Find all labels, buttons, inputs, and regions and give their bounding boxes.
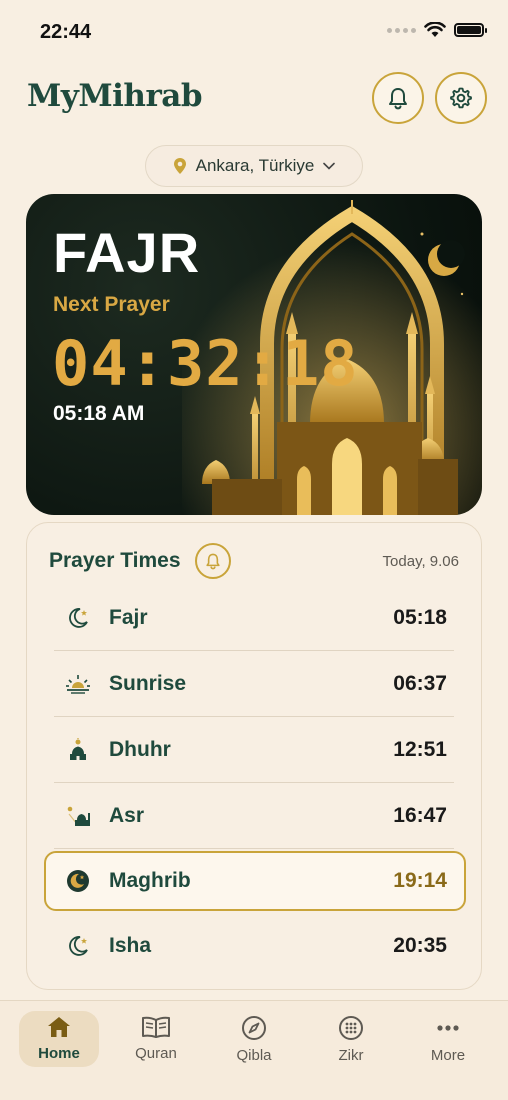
- compass-icon: [242, 1016, 266, 1040]
- battery-icon: [454, 23, 487, 37]
- next-prayer-time: 05:18 AM: [53, 402, 145, 425]
- settings-button[interactable]: [435, 72, 487, 124]
- app-title: MyMihrab: [27, 78, 203, 114]
- signal-dots-icon: [387, 27, 416, 33]
- prayer-row-fajr[interactable]: Fajr 05:18: [54, 585, 454, 651]
- prayer-beads-icon: [339, 1016, 363, 1040]
- prayer-row-dhuhr[interactable]: Dhuhr 12:51: [54, 717, 454, 783]
- more-dots-icon: [437, 1025, 459, 1031]
- location-selector[interactable]: Ankara, Türkiye: [145, 145, 363, 187]
- prayer-row-isha[interactable]: Isha 20:35: [54, 913, 454, 979]
- prayer-time: 19:14: [393, 869, 447, 892]
- prayer-row-sunrise[interactable]: Sunrise 06:37: [54, 651, 454, 717]
- map-pin-icon: [173, 158, 186, 174]
- bottom-tab-bar: Home Quran Qibla Zikr More: [0, 1000, 508, 1100]
- countdown-timer: 04:32:18: [52, 327, 359, 400]
- prayer-name: Maghrib: [109, 869, 191, 892]
- home-icon: [48, 1017, 70, 1037]
- prayer-time: 20:35: [393, 934, 447, 957]
- tab-zikr[interactable]: Zikr: [311, 1011, 391, 1067]
- mosque-sun-icon: [64, 737, 92, 762]
- tab-quran[interactable]: Quran: [116, 1011, 196, 1067]
- prayer-name: Sunrise: [109, 671, 187, 695]
- mosque-afternoon-icon: [64, 804, 92, 828]
- status-icons: [387, 22, 487, 38]
- prayer-time: 06:37: [393, 671, 447, 695]
- prayer-name: Fajr: [109, 605, 148, 629]
- prayer-name: Dhuhr: [109, 737, 171, 761]
- prayer-time: 12:51: [393, 737, 447, 761]
- prayer-name: Isha: [109, 934, 152, 957]
- crescent-star-icon: [64, 606, 92, 630]
- prayer-row-maghrib[interactable]: Maghrib 19:14: [44, 851, 466, 911]
- tab-label: Quran: [135, 1045, 177, 1062]
- tab-home[interactable]: Home: [19, 1011, 99, 1067]
- notifications-button[interactable]: [372, 72, 424, 124]
- tab-qibla[interactable]: Qibla: [214, 1011, 294, 1067]
- crescent-badge-icon: [64, 869, 92, 893]
- location-label: Ankara, Türkiye: [195, 156, 315, 175]
- prayer-time: 16:47: [393, 803, 447, 827]
- sunrise-icon: [64, 673, 92, 695]
- next-prayer-label: Next Prayer: [53, 293, 170, 316]
- book-icon: [142, 1016, 170, 1038]
- chevron-down-icon: [323, 162, 336, 170]
- prayer-row-asr[interactable]: Asr 16:47: [54, 783, 454, 849]
- next-prayer-name: FAJR: [53, 221, 201, 284]
- prayer-name: Asr: [109, 803, 145, 827]
- prayer-times-card: Prayer Times Today, 9.06 Fajr 05:18 Sunr…: [26, 522, 482, 990]
- status-time: 22:44: [40, 21, 92, 43]
- status-bar: 22:44: [0, 0, 508, 64]
- crescent-star-icon: [64, 934, 92, 958]
- prayer-times-title: Prayer Times: [49, 549, 181, 572]
- prayer-times-date: Today, 9.06: [382, 553, 459, 570]
- tab-more[interactable]: More: [408, 1011, 488, 1067]
- bell-icon: [206, 553, 220, 570]
- tab-label: Qibla: [236, 1047, 272, 1064]
- tab-label: Home: [38, 1045, 80, 1062]
- tab-label: Zikr: [338, 1047, 364, 1064]
- next-prayer-card[interactable]: FAJR Next Prayer 04:32:18 05:18 AM: [26, 194, 482, 515]
- tab-label: More: [430, 1047, 466, 1064]
- prayer-time: 05:18: [393, 605, 447, 629]
- gear-icon: [450, 87, 472, 109]
- bell-icon: [389, 88, 407, 110]
- prayer-alerts-button[interactable]: [195, 543, 231, 579]
- wifi-icon: [424, 22, 446, 37]
